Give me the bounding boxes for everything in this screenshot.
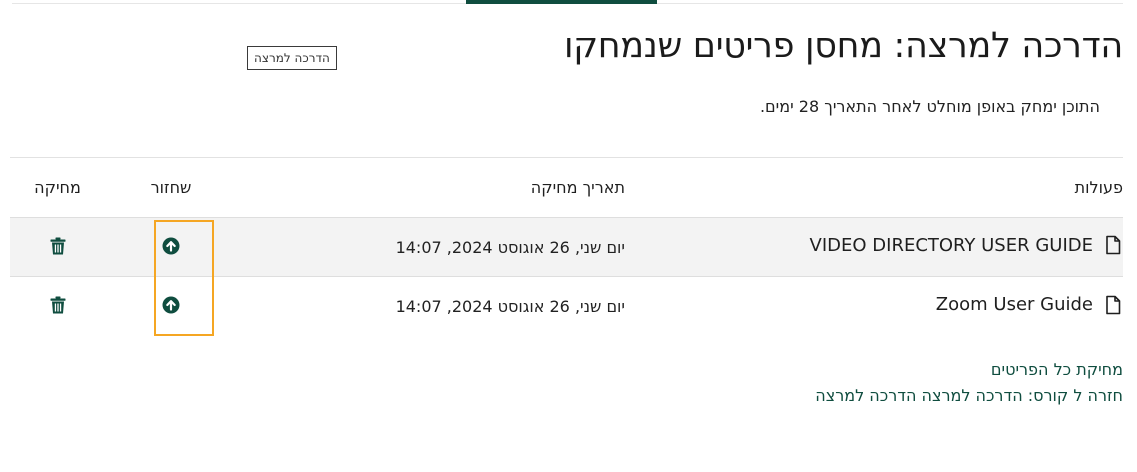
- table-header-row: פעולות תאריך מחיקה שחזור מחיקה: [10, 157, 1123, 218]
- date-cell: יום שני, 26 אוגוסט 2024, 14:07: [395, 277, 625, 336]
- arrow-up-circle-icon: [162, 296, 180, 314]
- restore-cell: [105, 277, 237, 336]
- back-to-course-link[interactable]: חזרה ל קורס: הדרכה למרצה הדרכה למרצה: [815, 383, 1123, 409]
- spacer-cell: [237, 218, 395, 277]
- column-header-deleted-date: תאריך מחיקה: [530, 178, 625, 197]
- date-cell: יום שני, 26 אוגוסט 2024, 14:07: [395, 218, 625, 277]
- trash-icon: [50, 296, 65, 314]
- file-name: VIDEO DIRECTORY USER GUIDE: [809, 234, 1093, 256]
- column-header-restore: שחזור: [150, 178, 192, 197]
- delete-all-link[interactable]: מחיקת כל הפריטים: [815, 357, 1123, 383]
- course-name-badge: הדרכה למרצה: [247, 46, 337, 70]
- column-header-actions: פעולות: [1074, 178, 1123, 197]
- file-item: Zoom User Guide: [936, 294, 1123, 315]
- footer-links: מחיקת כל הפריטים חזרה ל קורס: הדרכה למרצ…: [815, 357, 1123, 409]
- file-item: VIDEO DIRECTORY USER GUIDE: [810, 235, 1123, 256]
- page-title: הדרכה למרצה: מחסן פריטים שנמחקו: [563, 26, 1123, 66]
- deleted-date: יום שני, 26 אוגוסט 2024, 14:07: [395, 237, 625, 257]
- trash-icon: [50, 237, 65, 255]
- item-cell: Zoom User Guide: [625, 277, 1123, 336]
- restore-button[interactable]: [160, 235, 182, 257]
- file-name: Zoom User Guide: [935, 294, 1093, 315]
- file-icon: [1106, 295, 1121, 314]
- active-tab-indicator: [466, 0, 657, 4]
- table-row: Zoom User Guide יום שני, 26 אוגוסט 2024,…: [10, 276, 1123, 336]
- restore-button[interactable]: [160, 294, 182, 316]
- recycle-bin-table: פעולות תאריך מחיקה שחזור מחיקה VIDEO DIR…: [10, 157, 1123, 336]
- arrow-up-circle-icon: [162, 237, 180, 255]
- delete-button[interactable]: [47, 235, 69, 257]
- column-spacer: [237, 158, 395, 218]
- deleted-date: יום שני, 26 אוגוסט 2024, 14:07: [395, 296, 625, 316]
- item-cell: VIDEO DIRECTORY USER GUIDE: [625, 218, 1123, 277]
- spacer-cell: [237, 277, 395, 336]
- delete-button[interactable]: [47, 294, 69, 316]
- delete-cell: [10, 277, 105, 336]
- column-header-delete: מחיקה: [34, 178, 81, 197]
- retention-notice: התוכן ימחק באופן מוחלט לאחר התאריך 28 ימ…: [759, 97, 1100, 116]
- delete-cell: [10, 218, 105, 277]
- restore-cell: [105, 218, 237, 277]
- file-icon: [1106, 235, 1121, 255]
- table-row: VIDEO DIRECTORY USER GUIDE יום שני, 26 א…: [10, 217, 1123, 277]
